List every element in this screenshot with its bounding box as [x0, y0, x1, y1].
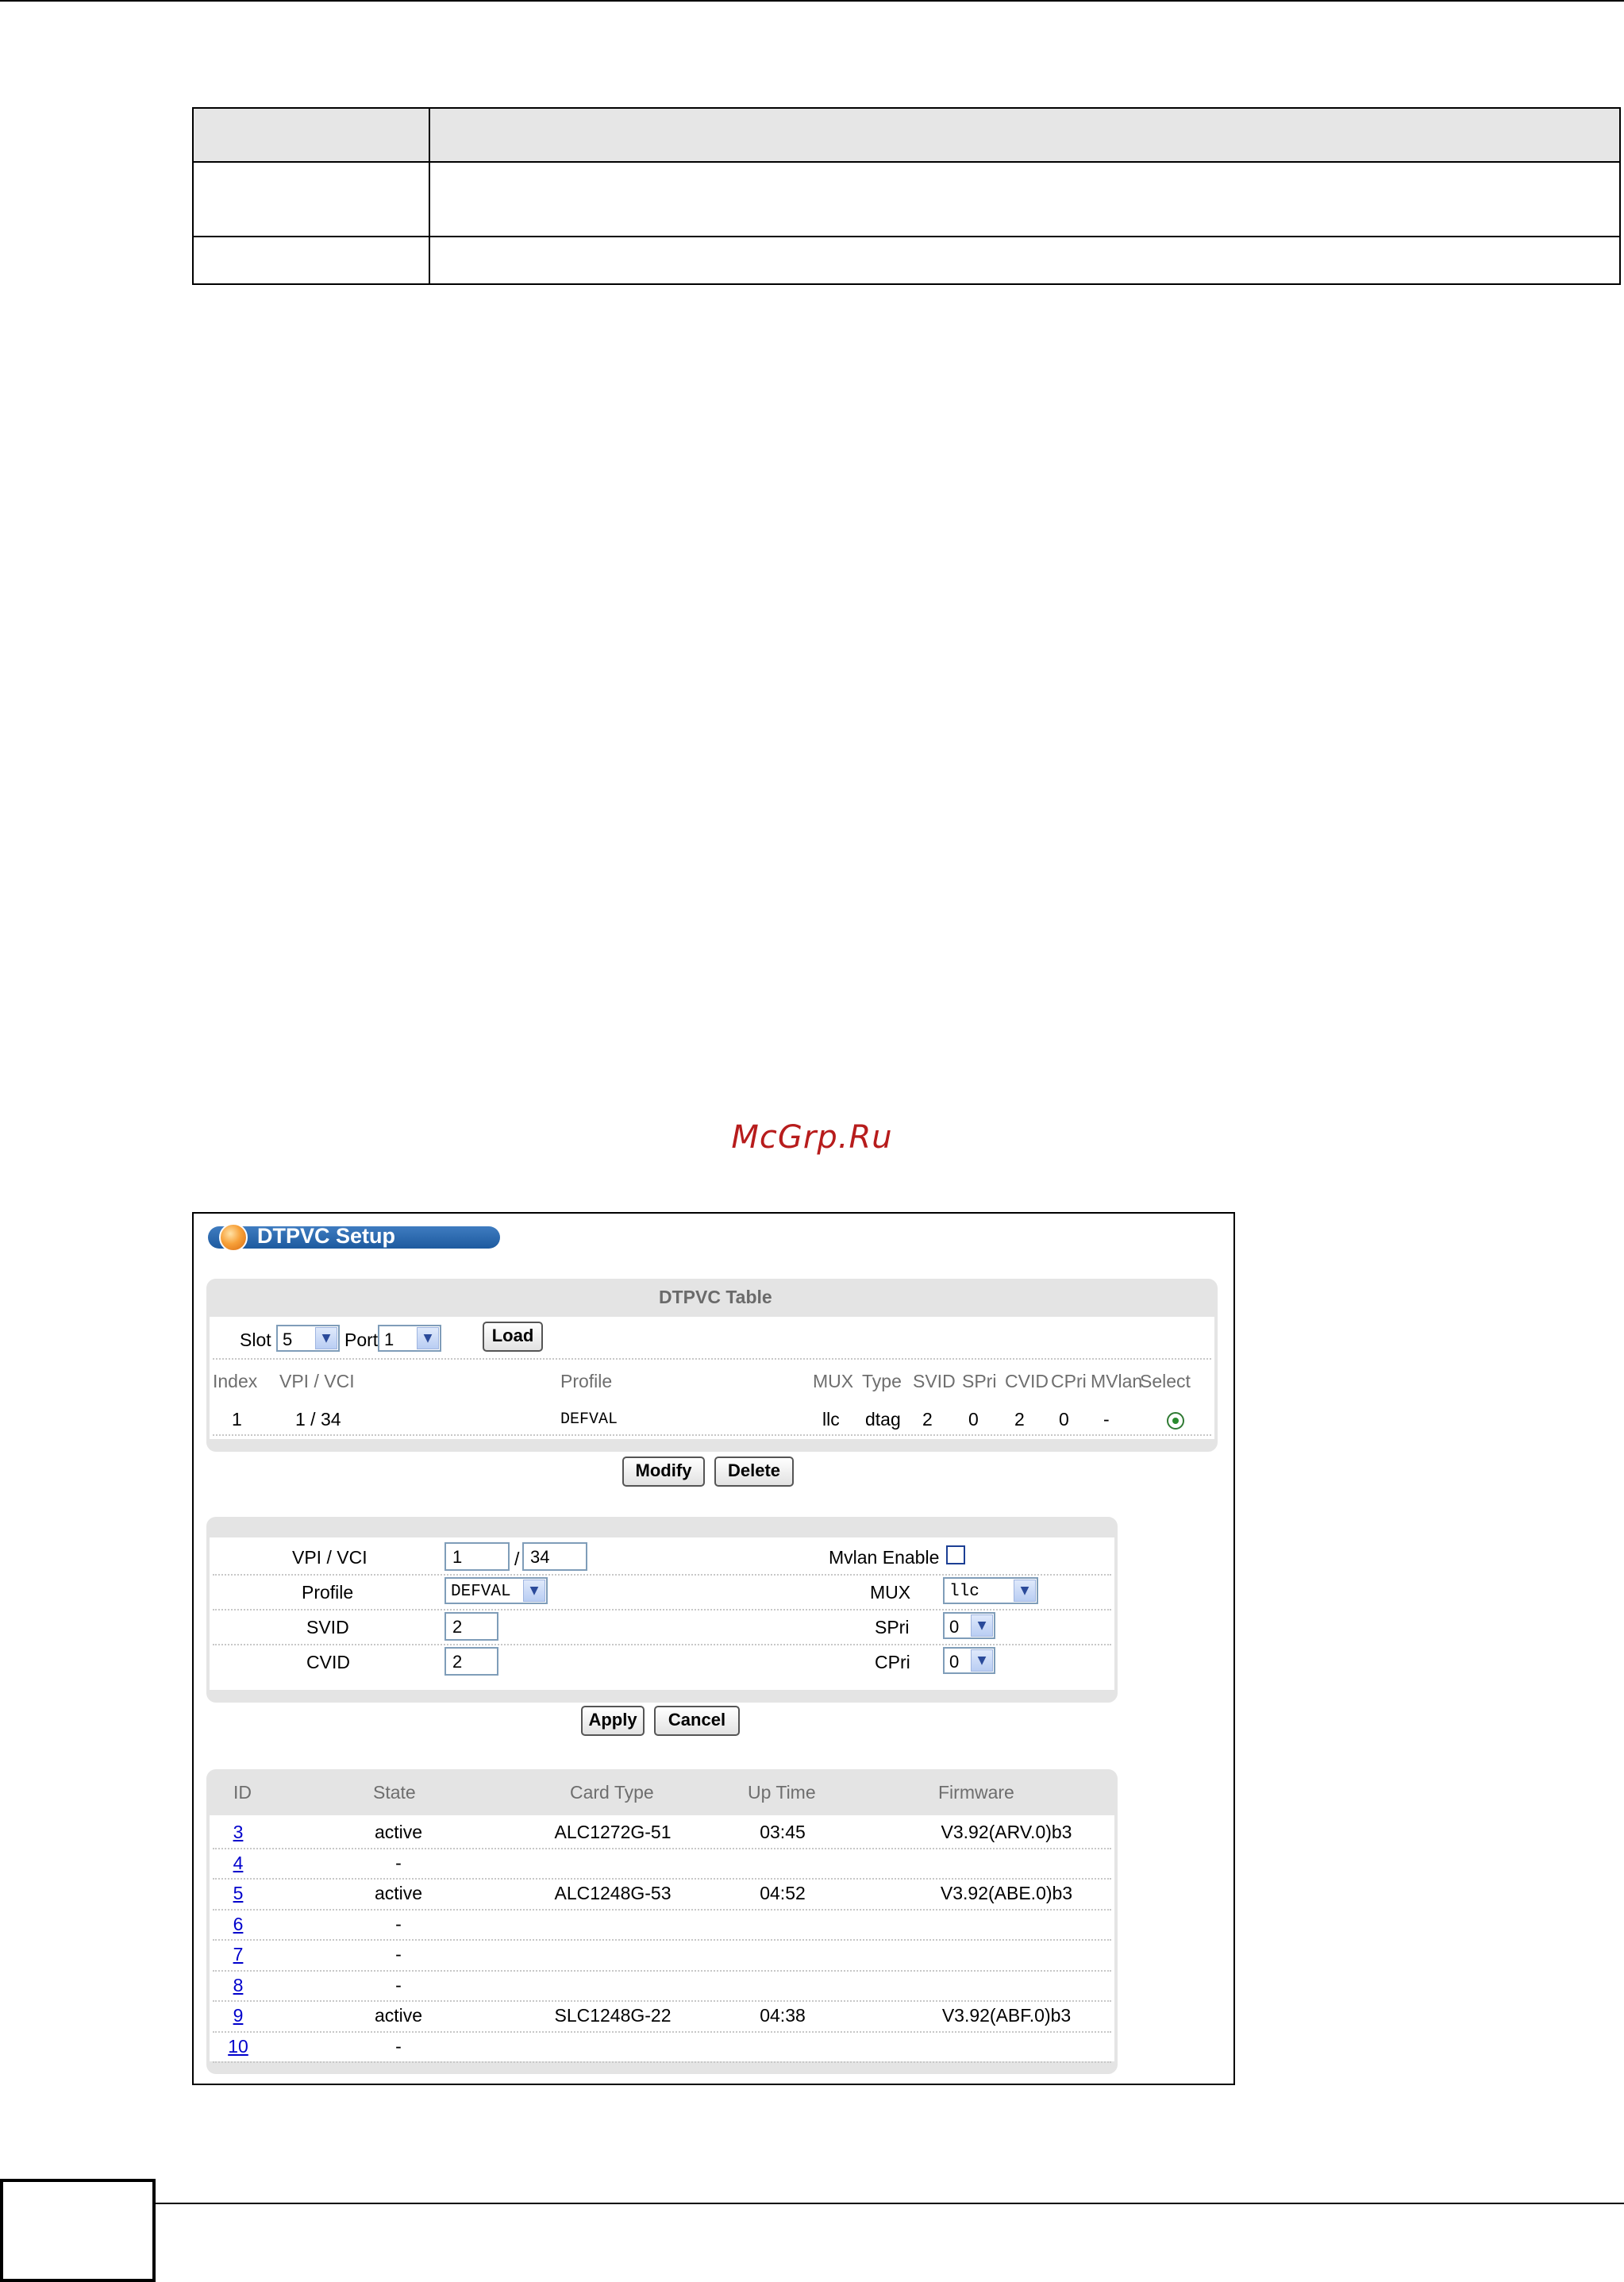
card-type: ALC1272G-51 — [554, 1822, 672, 1842]
card-state: active — [374, 2005, 423, 2026]
col-profile: Profile — [560, 1371, 613, 1391]
col-firmware: Firmware — [938, 1782, 1014, 1803]
card-id-link[interactable]: 5 — [233, 1883, 244, 1904]
col-up-time: Up Time — [748, 1782, 816, 1803]
col-select: Select — [1140, 1371, 1191, 1391]
chevron-down-icon: ▼ — [417, 1327, 439, 1349]
card-id-link[interactable]: 8 — [233, 1975, 244, 1996]
mux-select[interactable]: llc ▼ — [943, 1577, 1038, 1604]
dtpvc-table-title: DTPVC Table — [659, 1287, 772, 1307]
card-up-time: 03:45 — [760, 1822, 806, 1842]
slot-select[interactable]: 5 ▼ — [276, 1325, 340, 1352]
card-firmware: V3.92(ABE.0)b3 — [940, 1883, 1073, 1903]
profile-label: Profile — [302, 1582, 354, 1603]
card-up-time: 04:52 — [760, 1883, 806, 1903]
col-type: Type — [862, 1371, 902, 1391]
col-spri: SPri — [962, 1371, 997, 1391]
profile-select[interactable]: DEFVAL ▼ — [444, 1577, 548, 1604]
load-button[interactable]: Load — [483, 1322, 543, 1352]
description-table — [192, 107, 1621, 285]
card-state: active — [374, 1822, 423, 1842]
vpi-vci-label: VPI / VCI — [292, 1547, 368, 1568]
chevron-down-icon: ▼ — [971, 1614, 993, 1637]
card-id-link[interactable]: 6 — [233, 1914, 244, 1935]
pvc-edit-form: VPI / VCI 1 / 34 Mvlan Enable Profile DE… — [206, 1517, 1118, 1703]
cpri-label: CPri — [875, 1652, 910, 1672]
cancel-button[interactable]: Cancel — [654, 1706, 740, 1736]
svid-input[interactable]: 2 — [444, 1612, 498, 1641]
footer-rule — [156, 2203, 1624, 2204]
vpi-vci-separator: / — [514, 1549, 520, 1569]
vpi-input[interactable]: 1 — [444, 1542, 510, 1571]
chevron-down-icon: ▼ — [1014, 1580, 1036, 1602]
col-state: State — [373, 1782, 416, 1803]
card-id-link[interactable]: 10 — [228, 2036, 248, 2057]
spri-select[interactable]: 0 ▼ — [943, 1612, 995, 1639]
card-state: active — [374, 1883, 423, 1903]
card-id-link[interactable]: 3 — [233, 1822, 244, 1843]
col-vpi-vci: VPI / VCI — [279, 1371, 355, 1391]
chevron-down-icon: ▼ — [523, 1580, 545, 1602]
cvid-label: CVID — [306, 1652, 350, 1672]
col-mvlan: MVlan — [1091, 1371, 1143, 1391]
description-table-row — [192, 161, 1621, 237]
col-index: Index — [213, 1371, 258, 1391]
mvlan-enable-checkbox[interactable] — [946, 1545, 965, 1564]
col-svid: SVID — [913, 1371, 956, 1391]
orange-orb-icon — [219, 1223, 248, 1252]
description-table-row — [192, 236, 1621, 285]
col-mux: MUX — [813, 1371, 854, 1391]
description-table-header — [192, 107, 1621, 163]
card-type: SLC1248G-22 — [554, 2005, 672, 2026]
spri-label: SPri — [875, 1617, 910, 1637]
card-firmware: V3.92(ABF.0)b3 — [941, 2005, 1072, 2026]
col-cvid: CVID — [1005, 1371, 1049, 1391]
card-state: - — [395, 1974, 402, 1995]
card-id-link[interactable]: 4 — [233, 1853, 244, 1874]
cvid-input[interactable]: 2 — [444, 1647, 498, 1676]
apply-button[interactable]: Apply — [581, 1706, 645, 1736]
dtpvc-table-panel: DTPVC Table Slot 5 ▼ Port 1 ▼ Load Index… — [206, 1279, 1218, 1452]
mvlan-enable-label: Mvlan Enable — [829, 1547, 940, 1568]
card-state: - — [395, 2035, 402, 2057]
top-rule — [0, 0, 1624, 2]
port-label: Port — [344, 1330, 379, 1350]
watermark: McGrp.Ru — [731, 1119, 893, 1156]
card-up-time: 04:38 — [760, 2005, 806, 2026]
col-card-type: Card Type — [570, 1782, 654, 1803]
section-title: DTPVC Setup — [257, 1224, 396, 1248]
card-state: - — [395, 1852, 402, 1873]
page-number-box — [0, 2179, 156, 2282]
cpri-select[interactable]: 0 ▼ — [943, 1647, 995, 1674]
svid-label: SVID — [306, 1617, 349, 1637]
mux-label: MUX — [870, 1582, 911, 1603]
slot-label: Slot — [240, 1330, 271, 1350]
vci-input[interactable]: 34 — [522, 1542, 587, 1571]
card-id-link[interactable]: 9 — [233, 2005, 244, 2026]
card-id-link[interactable]: 7 — [233, 1944, 244, 1965]
modify-button[interactable]: Modify — [622, 1457, 705, 1487]
dtpvc-setup-screenshot: DTPVC Setup DTPVC Table Slot 5 ▼ Port 1 … — [192, 1212, 1235, 2085]
delete-button[interactable]: Delete — [714, 1457, 794, 1487]
card-type: ALC1248G-53 — [554, 1883, 672, 1903]
card-state: - — [395, 1913, 402, 1934]
col-id: ID — [233, 1782, 252, 1803]
port-select[interactable]: 1 ▼ — [378, 1325, 441, 1352]
card-firmware: V3.92(ARV.0)b3 — [941, 1822, 1072, 1842]
card-status-table: ID State Card Type Up Time Firmware 3 act… — [206, 1769, 1118, 2074]
col-cpri: CPri — [1051, 1371, 1087, 1391]
chevron-down-icon: ▼ — [971, 1649, 993, 1672]
select-radio[interactable] — [1167, 1412, 1184, 1430]
card-state: - — [395, 1944, 402, 1965]
chevron-down-icon: ▼ — [315, 1327, 337, 1349]
